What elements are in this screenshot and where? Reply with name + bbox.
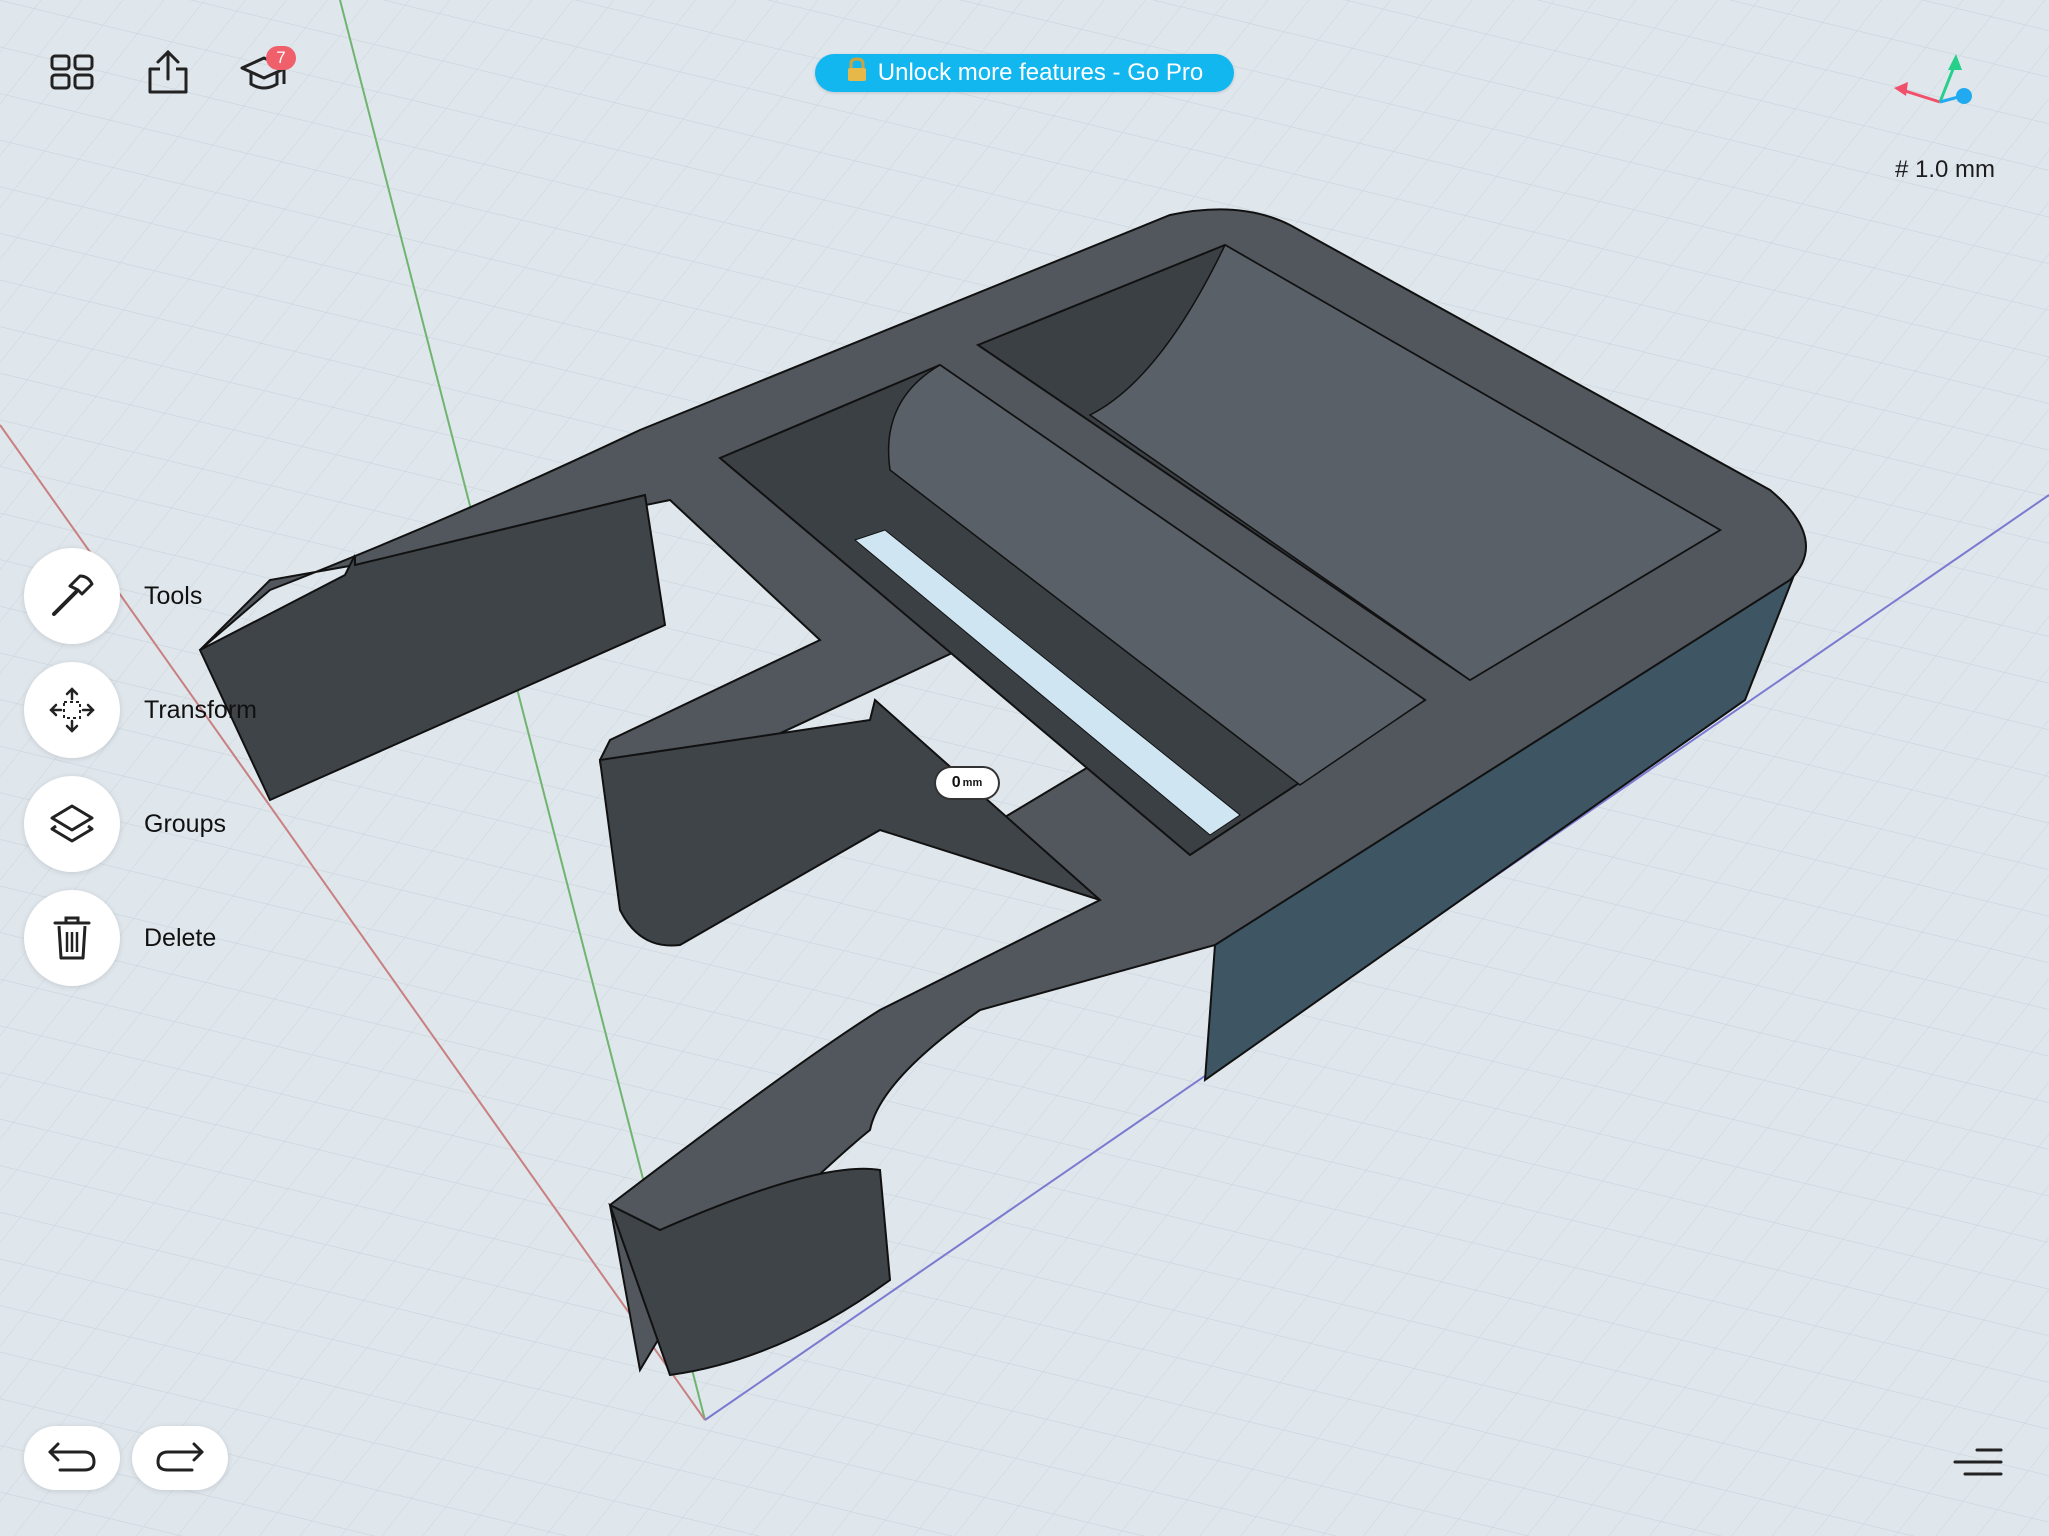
tools-label[interactable]: Tools xyxy=(144,582,202,611)
redo-icon xyxy=(156,1442,204,1472)
undo-button[interactable] xyxy=(24,1426,120,1490)
dimension-value: 0 xyxy=(951,774,961,791)
groups-label[interactable]: Groups xyxy=(144,810,226,839)
settings-menu-button[interactable] xyxy=(1940,1424,2016,1500)
dimension-label[interactable]: 0 mm xyxy=(936,768,998,798)
transform-label[interactable]: Transform xyxy=(144,696,257,725)
notification-badge: 7 xyxy=(266,46,296,70)
delete-label[interactable]: Delete xyxy=(144,924,216,953)
grid-icon xyxy=(50,54,94,90)
menu-lines-icon xyxy=(1953,1448,2003,1476)
trash-icon xyxy=(53,916,91,960)
share-button[interactable] xyxy=(130,34,206,110)
axis-gizmo[interactable] xyxy=(1890,50,1980,120)
3d-viewport[interactable] xyxy=(0,0,2049,1536)
axis-triad-icon xyxy=(1894,54,1972,104)
delete-button[interactable] xyxy=(24,890,120,986)
projects-grid-button[interactable] xyxy=(34,34,110,110)
share-icon xyxy=(148,49,188,94)
hammer-icon xyxy=(52,574,94,616)
transform-button[interactable] xyxy=(24,662,120,758)
go-pro-label: Unlock more features - Go Pro xyxy=(877,59,1204,86)
move-arrows-icon xyxy=(49,687,95,733)
layers-icon xyxy=(50,804,94,843)
dimension-unit: mm xyxy=(962,777,983,789)
redo-button[interactable] xyxy=(132,1426,228,1490)
tools-button[interactable] xyxy=(24,548,120,644)
undo-icon xyxy=(48,1442,96,1472)
groups-button[interactable] xyxy=(24,776,120,872)
go-pro-banner[interactable]: Unlock more features - Go Pro xyxy=(815,54,1234,92)
grid-size-label: # 1.0 mm xyxy=(1894,156,1995,183)
lock-icon xyxy=(846,56,868,90)
